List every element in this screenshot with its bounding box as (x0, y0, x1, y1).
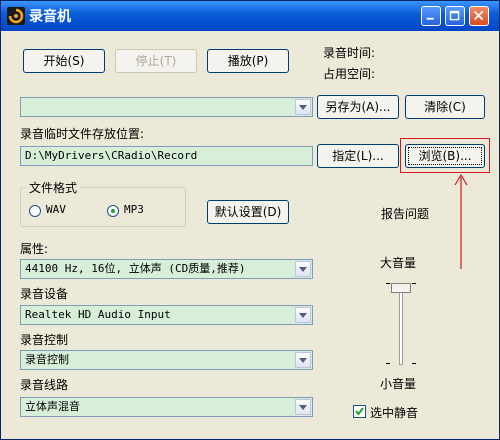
temp-path-field[interactable]: D:\MyDrivers\CRadio\Record (20, 146, 313, 166)
dropdown-arrow[interactable] (295, 261, 311, 277)
slider-tick (412, 363, 416, 364)
minimize-button[interactable] (421, 6, 441, 26)
slider-tick (412, 283, 416, 284)
highlight-box (400, 138, 490, 173)
recorder-window: 录音机 开始(S) 停止(T) 播放(P) 录音时间: 占用空间: 另存为(A)… (0, 0, 500, 440)
save-as-button[interactable]: 另存为(A)... (317, 95, 399, 119)
device-combo[interactable]: Realtek HD Audio Input (20, 305, 313, 325)
maximize-icon (449, 10, 460, 21)
dropdown-arrow[interactable] (295, 352, 311, 368)
control-label: 录音控制 (20, 333, 69, 347)
check-icon (355, 407, 364, 416)
mp3-label: MP3 (124, 203, 144, 216)
radio-selected-dot (111, 209, 115, 213)
play-button[interactable]: 播放(P) (207, 49, 289, 73)
close-button[interactable] (469, 6, 489, 26)
max-volume-label: 大音量 (380, 256, 417, 270)
minimize-icon (426, 17, 434, 20)
line-combo[interactable]: 立体声混音 (20, 397, 313, 417)
title-bar[interactable]: 录音机 (1, 1, 499, 31)
wav-label: WAV (46, 203, 66, 216)
line-label: 录音线路 (20, 378, 69, 392)
device-label: 录音设备 (20, 287, 69, 301)
clear-button[interactable]: 清除(C) (405, 95, 485, 119)
min-volume-label: 小音量 (380, 377, 417, 391)
record-file-combo[interactable] (20, 97, 313, 117)
mute-label: 选中静音 (370, 406, 419, 420)
stop-button[interactable]: 停止(T) (115, 49, 197, 73)
volume-slider-track[interactable] (399, 283, 403, 365)
assign-button[interactable]: 指定(L)... (317, 144, 399, 168)
dropdown-arrow[interactable] (295, 99, 311, 115)
annotation-arrow (454, 173, 468, 269)
file-format-label: 文件格式 (26, 179, 81, 196)
properties-value: 44100 Hz, 16位, 立体声 (CD质量,推荐) (25, 262, 246, 275)
mp3-radio[interactable] (107, 205, 119, 217)
properties-combo[interactable]: 44100 Hz, 16位, 立体声 (CD质量,推荐) (20, 259, 313, 279)
slider-tick (386, 283, 390, 284)
control-combo[interactable]: 录音控制 (20, 350, 313, 370)
device-value: Realtek HD Audio Input (25, 308, 171, 321)
chevron-down-icon (299, 405, 307, 410)
dropdown-arrow[interactable] (295, 307, 311, 323)
maximize-button[interactable] (445, 6, 465, 26)
start-button[interactable]: 开始(S) (23, 49, 105, 73)
close-icon (473, 10, 484, 21)
chevron-down-icon (299, 358, 307, 363)
temp-location-label: 录音临时文件存放位置: (20, 127, 145, 141)
control-value: 录音控制 (25, 353, 69, 366)
space-used-label: 占用空间: (323, 67, 376, 81)
mute-checkbox[interactable] (353, 405, 366, 418)
window-title: 录音机 (29, 9, 71, 25)
chevron-down-icon (299, 267, 307, 272)
slider-tick (386, 363, 390, 364)
record-time-label: 录音时间: (323, 46, 376, 60)
dropdown-arrow[interactable] (295, 399, 311, 415)
chevron-down-icon (299, 313, 307, 318)
properties-label: 属性: (20, 242, 49, 256)
line-value: 立体声混音 (25, 400, 80, 413)
volume-slider-thumb[interactable] (391, 283, 411, 293)
default-settings-button[interactable]: 默认设置(D) (207, 200, 289, 224)
app-logo-icon (7, 7, 25, 25)
report-problem-link[interactable]: 报告问题 (381, 205, 429, 222)
chevron-down-icon (299, 105, 307, 110)
wav-radio[interactable] (29, 205, 41, 217)
